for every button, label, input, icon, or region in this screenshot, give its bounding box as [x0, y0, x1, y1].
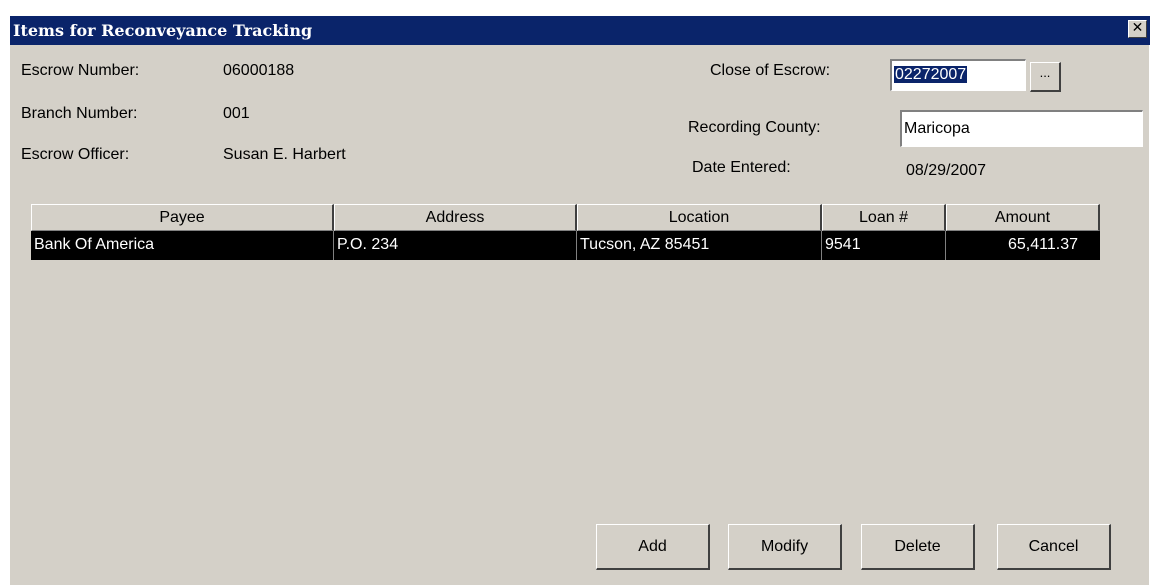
- dialog-window: Items for Reconveyance Tracking ✕ Escrow…: [9, 15, 1150, 585]
- cancel-mnemonic: C: [1028, 538, 1041, 555]
- column-header-payee[interactable]: Payee: [31, 204, 334, 231]
- loan-cell: 9541: [822, 231, 946, 260]
- location-cell: Tucson, AZ 85451: [577, 231, 822, 260]
- delete-button[interactable]: Delete: [861, 524, 975, 570]
- delete-label: elete: [905, 538, 941, 555]
- recording-county-value: Maricopa: [904, 120, 970, 137]
- branch-number-label: Branch Number:: [21, 105, 138, 122]
- cancel-button[interactable]: Cancel: [997, 524, 1111, 570]
- close-of-escrow-value: 02272007: [894, 66, 968, 83]
- column-header-loan[interactable]: Loan #: [822, 204, 946, 231]
- branch-number-value: 001: [223, 105, 250, 122]
- column-header-location[interactable]: Location: [577, 204, 822, 231]
- close-of-escrow-input[interactable]: 02272007: [890, 59, 1026, 91]
- payee-cell: Bank Of America: [31, 231, 334, 260]
- close-of-escrow-label: Close of Escrow:: [710, 62, 831, 79]
- escrow-number-label: Escrow Number:: [21, 62, 140, 79]
- close-icon: ✕: [1131, 20, 1144, 36]
- column-header-amount[interactable]: Amount: [946, 204, 1100, 231]
- amount-cell: 65,411.37: [1008, 236, 1078, 253]
- date-picker-button[interactable]: ...: [1030, 62, 1061, 92]
- escrow-officer-value: Susan E. Harbert: [223, 146, 346, 163]
- delete-mnemonic: D: [894, 538, 906, 555]
- date-entered-value: 08/29/2007: [906, 162, 987, 179]
- table-header: Payee Address Location Loan # Amount: [31, 204, 1100, 231]
- escrow-officer-label: Escrow Officer:: [21, 146, 130, 163]
- address-cell: P.O. 234: [334, 231, 577, 260]
- ellipsis-icon: ...: [1039, 65, 1051, 80]
- recording-county-input[interactable]: Maricopa: [900, 110, 1143, 147]
- modify-button[interactable]: Modify: [728, 524, 842, 570]
- cancel-label: ancel: [1040, 538, 1079, 555]
- modify-mnemonic: M: [760, 538, 775, 555]
- add-mnemonic: A: [638, 538, 649, 555]
- window-title: Items for Reconveyance Tracking: [13, 21, 313, 40]
- date-entered-label: Date Entered:: [692, 159, 791, 176]
- escrow-number-value: 06000188: [223, 62, 295, 79]
- close-button[interactable]: ✕: [1128, 20, 1147, 38]
- table-row[interactable]: Bank Of America P.O. 234 Tucson, AZ 8545…: [31, 231, 1100, 260]
- add-button[interactable]: Add: [596, 524, 710, 570]
- recording-county-label: Recording County:: [688, 119, 821, 136]
- title-bar: Items for Reconveyance Tracking ✕: [10, 16, 1150, 45]
- column-header-address[interactable]: Address: [334, 204, 577, 231]
- modify-label: odify: [774, 538, 809, 555]
- add-label: dd: [648, 538, 667, 555]
